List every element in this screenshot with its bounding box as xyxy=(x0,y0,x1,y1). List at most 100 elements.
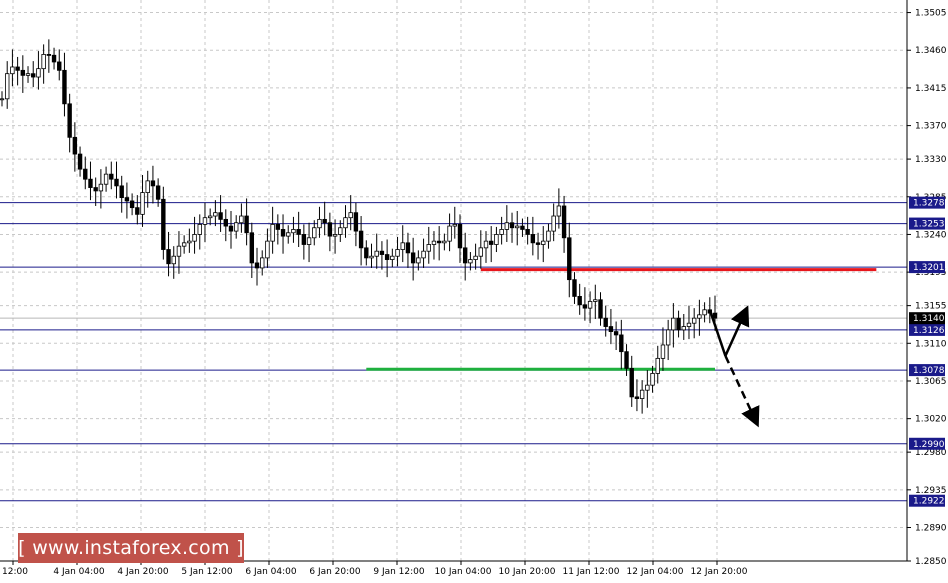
candle-body xyxy=(603,317,608,327)
candle-body xyxy=(15,66,20,71)
candle-body xyxy=(410,252,416,264)
candle-body xyxy=(567,237,572,281)
candle-body xyxy=(384,254,390,260)
price-tick-label: 1.3415 xyxy=(915,84,947,94)
candle-body xyxy=(228,225,234,232)
candle-body xyxy=(140,192,145,215)
candle-body xyxy=(509,222,515,229)
candle-body xyxy=(109,173,114,180)
candle-body xyxy=(343,217,348,229)
level-label: 1.3078 xyxy=(913,366,945,376)
candle-body xyxy=(187,240,192,244)
price-tick-label: 1.2850 xyxy=(915,557,947,567)
candle-body xyxy=(317,218,322,229)
candle-body xyxy=(202,217,208,225)
candle-body xyxy=(239,215,244,224)
candle-body xyxy=(619,334,624,353)
candle-body xyxy=(296,229,301,235)
candle-body xyxy=(25,73,31,76)
candle-body xyxy=(83,168,88,180)
candle-body xyxy=(676,317,681,331)
candle-body xyxy=(520,225,525,230)
instaforex-watermark: [ www.instaforex.com ] xyxy=(18,533,244,563)
level-label: 1.2990 xyxy=(913,440,945,450)
candle-body xyxy=(72,136,78,155)
candle-body xyxy=(155,185,161,200)
candle-body xyxy=(10,66,15,75)
candle-body xyxy=(525,229,530,235)
candle-body xyxy=(218,212,223,220)
candle-body xyxy=(556,205,562,217)
time-tick-label: 6 Jan 04:00 xyxy=(245,567,297,577)
candle-body xyxy=(275,223,281,230)
candle-body xyxy=(431,240,437,245)
candle-body xyxy=(213,212,218,217)
candle-body xyxy=(515,225,520,229)
candle-body xyxy=(681,326,686,331)
candle-body xyxy=(129,200,135,209)
candle-body xyxy=(426,244,431,252)
level-label: 1.3253 xyxy=(913,220,945,230)
candle-body xyxy=(233,222,239,232)
candle-body xyxy=(582,304,588,309)
time-tick-label: 4 Jan 04:00 xyxy=(53,567,105,577)
candle-body xyxy=(197,223,202,235)
time-tick-label: 10 Jan 20:00 xyxy=(499,567,556,577)
candle-body xyxy=(57,61,62,71)
candle-body xyxy=(280,229,286,237)
candle-body xyxy=(686,322,692,327)
candle-body xyxy=(249,232,255,264)
candle-body xyxy=(390,255,395,260)
candle-body xyxy=(624,351,629,369)
candle-body xyxy=(270,223,275,242)
candle-body xyxy=(93,187,98,192)
time-tick-label: 11 Jan 12:00 xyxy=(563,567,620,577)
candle-body xyxy=(306,237,312,245)
price-tick-label: 1.3020 xyxy=(915,415,947,425)
candle-body xyxy=(364,247,369,259)
time-tick-label: 4 Jan 20:00 xyxy=(117,567,169,577)
candle-body xyxy=(369,255,374,259)
candle-body xyxy=(46,54,52,56)
candle-body xyxy=(645,384,650,391)
candle-body xyxy=(181,242,187,247)
level-label: 1.3201 xyxy=(913,263,945,273)
candle-body xyxy=(535,242,541,245)
price-tick-label: 1.3240 xyxy=(915,230,947,240)
candle-body xyxy=(374,250,379,257)
candle-body xyxy=(660,344,666,359)
candle-body xyxy=(77,153,83,170)
candle-body xyxy=(166,249,171,265)
candle-body xyxy=(119,185,124,199)
time-tick-label: 9 Jan 12:00 xyxy=(373,567,425,577)
candle-body xyxy=(265,240,270,259)
candle-body xyxy=(671,317,676,331)
candle-body xyxy=(327,222,333,237)
candle-body xyxy=(436,240,442,244)
candle-body xyxy=(608,326,614,332)
candle-body xyxy=(598,299,603,319)
candle-body xyxy=(421,250,426,259)
candle-body xyxy=(478,247,484,257)
candle-body xyxy=(629,368,634,398)
candle-body xyxy=(98,183,104,192)
candle-body xyxy=(504,222,510,230)
candle-body xyxy=(291,229,296,234)
price-tick-label: 1.3065 xyxy=(915,377,947,387)
candle-body xyxy=(665,329,671,346)
price-tick-label: 1.2935 xyxy=(915,486,947,496)
candle-body xyxy=(442,240,447,244)
candle-body xyxy=(634,396,640,399)
candle-body xyxy=(176,245,182,257)
candle-body xyxy=(572,279,577,297)
candle-body xyxy=(530,234,536,244)
time-tick-label: 12:00 xyxy=(2,567,28,577)
level-label: 1.3126 xyxy=(913,326,945,336)
price-tick-label: 1.3110 xyxy=(915,339,947,349)
candle-body xyxy=(192,234,197,242)
level-label: 1.3278 xyxy=(913,199,945,209)
time-tick-label: 5 Jan 12:00 xyxy=(181,567,233,577)
candle-body xyxy=(254,262,260,269)
candle-body xyxy=(207,215,213,219)
candle-body xyxy=(124,197,130,202)
